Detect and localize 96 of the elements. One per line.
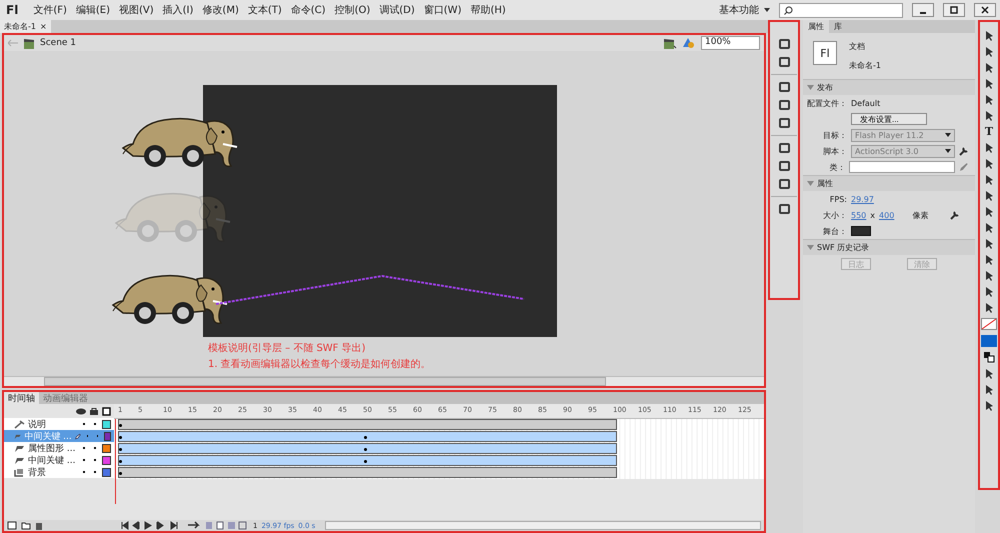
new-folder-icon[interactable] <box>21 521 31 530</box>
collapse-triangle-icon <box>807 85 814 90</box>
section-header[interactable]: 属性 <box>803 175 975 191</box>
profile-value: Default <box>851 98 880 108</box>
scene-label[interactable]: Scene 1 <box>40 38 76 48</box>
document-type: 文档 <box>849 41 866 52</box>
section-header[interactable]: 发布 <box>803 79 975 95</box>
search-icon <box>784 6 793 14</box>
wrench-icon[interactable] <box>959 146 969 156</box>
layer-row[interactable]: 中间关键 ... <box>4 454 114 466</box>
height-value[interactable]: 400 <box>879 210 894 220</box>
menu-item[interactable]: 调试(D) <box>379 3 415 17</box>
stroke-color-swatch[interactable] <box>981 318 997 330</box>
fps-value[interactable]: 29.97 <box>851 194 874 204</box>
close-button[interactable] <box>974 3 996 17</box>
edit-scene-icon[interactable] <box>663 37 677 49</box>
eye-icon[interactable] <box>76 408 86 414</box>
tween-span[interactable] <box>118 455 617 466</box>
frame-span[interactable] <box>118 419 617 430</box>
caret-icon <box>764 8 770 12</box>
field-label: 大小： <box>822 210 847 220</box>
frame-span[interactable] <box>118 467 617 478</box>
menu-item[interactable]: 命令(C) <box>290 3 326 17</box>
layer-color-swatch[interactable] <box>102 444 111 452</box>
document-name: 未命名-1 <box>849 60 881 71</box>
caret-icon <box>945 149 951 153</box>
panel-tab[interactable]: 属性 <box>803 20 829 33</box>
field-label: 类： <box>828 162 846 172</box>
horizontal-scrollbar[interactable] <box>4 376 764 386</box>
layer-color-swatch[interactable] <box>104 432 112 440</box>
loop-icon[interactable] <box>187 521 201 530</box>
menu-item[interactable]: 控制(O) <box>334 3 370 17</box>
field-label: FPS: <box>828 194 847 204</box>
field-label: 目标： <box>822 130 847 140</box>
subselection-tool-icon[interactable] <box>984 46 994 57</box>
new-layer-icon[interactable] <box>7 521 17 530</box>
menu-item[interactable]: 文本(T) <box>248 3 282 17</box>
width-value[interactable]: 550 <box>851 210 866 220</box>
guide-layer-icon <box>14 420 25 428</box>
layer-color-swatch[interactable] <box>102 420 111 428</box>
collapse-triangle-icon <box>807 245 814 250</box>
menu-item[interactable]: 文件(F) <box>33 3 67 17</box>
menu-item[interactable]: 帮助(H) <box>470 3 506 17</box>
maximize-button[interactable] <box>943 3 965 17</box>
menu-item[interactable]: 修改(M) <box>202 3 239 17</box>
edit-symbols-icon[interactable] <box>682 37 696 49</box>
collapse-triangle-icon <box>807 181 814 186</box>
panel-tab[interactable]: 库 <box>829 20 847 33</box>
text-tool[interactable]: T <box>984 126 994 137</box>
delete-icon[interactable] <box>35 521 43 530</box>
fill-color-swatch[interactable] <box>981 335 997 347</box>
clapperboard-icon <box>23 38 35 48</box>
layer-row[interactable]: 说明 <box>4 418 114 430</box>
section-header[interactable]: SWF 历史记录 <box>803 239 975 255</box>
layer-color-swatch[interactable] <box>102 468 111 476</box>
publish-settings-button[interactable]: 发布设置... <box>851 113 927 125</box>
workspace-switcher[interactable]: 基本功能 <box>719 3 770 17</box>
onion-skin-icon[interactable] <box>205 521 249 530</box>
layer-row[interactable]: 属性图形 ... <box>4 442 114 454</box>
tween-layer-icon <box>14 456 25 464</box>
template-note: 1. 查看动画编辑器以检查每个缓动是如何创建的。 <box>208 358 431 371</box>
tab-close-button[interactable]: × <box>40 22 47 31</box>
field-label: 脚本： <box>822 146 847 156</box>
minimize-button[interactable] <box>912 3 934 17</box>
timeline-scrollbar[interactable] <box>325 521 761 530</box>
selection-tool-icon[interactable] <box>984 30 994 41</box>
stage-color-swatch[interactable] <box>851 226 871 236</box>
template-note: 模板说明(引导层 – 不随 SWF 导出) <box>208 342 366 355</box>
wrench-icon[interactable] <box>950 210 960 220</box>
menu-item[interactable]: 窗口(W) <box>424 3 462 17</box>
field-label: 舞台： <box>822 226 847 236</box>
document-tab[interactable]: 未命名-1 × <box>0 20 51 33</box>
unit-label: 像素 <box>912 210 928 220</box>
menu-item[interactable]: 视图(V) <box>119 3 154 17</box>
tween-layer-icon <box>14 444 25 452</box>
lock-icon[interactable] <box>90 407 98 415</box>
menu-item[interactable]: 插入(I) <box>162 3 194 17</box>
document-icon: Fl <box>813 41 837 65</box>
layer-row[interactable]: 背景 <box>4 466 114 478</box>
tween-span[interactable] <box>118 431 617 442</box>
class-field[interactable] <box>849 161 956 173</box>
times-sign: x <box>870 210 876 220</box>
panel-tab[interactable]: 时间轴 <box>4 392 39 404</box>
outline-icon[interactable] <box>102 406 111 416</box>
field-label: 配置文件： <box>806 98 847 108</box>
app-logo: Fl <box>6 3 18 17</box>
layer-icon <box>14 468 25 476</box>
menu-item[interactable]: 编辑(E) <box>76 3 110 17</box>
layer-color-swatch[interactable] <box>102 456 111 464</box>
caret-icon <box>945 133 951 137</box>
maximize-icon <box>950 6 958 14</box>
search-field[interactable] <box>779 2 903 18</box>
zoom-field[interactable]: 100% <box>701 36 760 50</box>
tween-span[interactable] <box>118 443 617 454</box>
close-icon <box>981 6 989 14</box>
swap-colors-icon[interactable] <box>984 352 994 363</box>
